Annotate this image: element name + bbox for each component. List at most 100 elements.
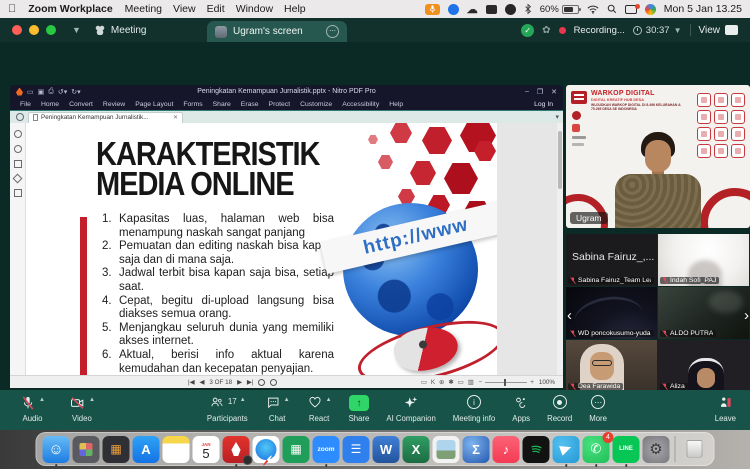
menubar-clock[interactable]: Mon 5 Jan 13.25 [664,3,742,15]
pdf-menu-convert[interactable]: Convert [69,101,93,108]
react-chevron[interactable]: ▲ [326,397,332,403]
pdf-menu-pagelayout[interactable]: Page Layout [135,101,173,108]
participant-tile-sabina[interactable]: Sabina Fairuz_,... Sabina Fairuz_Team Le… [566,234,657,286]
zoom-in-icon[interactable]: + [530,379,534,386]
pdf-menu-erase[interactable]: Erase [241,101,259,108]
menu-meeting[interactable]: Meeting [125,3,162,15]
close-window-button[interactable] [12,25,22,35]
pdf-document-tab[interactable]: Peningkatan Kemampuan Jurnalistik... ✕ [28,111,183,123]
prev-page-icon[interactable]: ◀ [199,379,204,386]
pdf-menu-accessibility[interactable]: Accessibility [342,101,379,108]
redo-icon[interactable]: ↻▾ [71,88,80,96]
tab-options-icon[interactable]: ⋯ [326,25,339,38]
menu-help[interactable]: Help [284,3,306,15]
apps-button[interactable]: Apps [512,395,530,423]
meeting-timer[interactable]: 30:37 ▼ [632,25,682,36]
open-icon[interactable]: ▭ [27,88,34,96]
recording-status[interactable]: Recording... [574,25,625,36]
react-button[interactable]: ▲ React [307,395,332,423]
pdf-menu-forms[interactable]: Forms [183,101,202,108]
next-page-icon[interactable]: ▶ [237,379,242,386]
battery-indicator[interactable]: 60% [540,4,581,15]
zoom-out-icon[interactable]: − [479,379,483,386]
minimize-window-button[interactable] [29,25,39,35]
sync-icon[interactable] [16,113,24,121]
zoom-slider[interactable]: − + [479,378,534,386]
pdf-scrollbar[interactable] [557,123,563,375]
dock-line-icon[interactable]: LINE [612,435,640,463]
last-page-icon[interactable]: ▶| [247,379,253,386]
dock-calendar-icon[interactable]: JAN 5 [192,435,220,463]
tabbar-chevron-icon[interactable]: ▾ [555,113,559,121]
pdf-login-button[interactable]: Log In [534,101,553,108]
pdf-menu-home[interactable]: Home [41,101,59,108]
dock-safari-icon[interactable] [252,435,280,463]
pdf-document-area[interactable]: KARAKTERISTIK MEDIA ONLINE Kapasitas lua… [26,123,563,375]
dock-music-icon[interactable]: ♪ [492,435,520,463]
save-icon[interactable]: ▣ [38,88,45,96]
more-button[interactable]: ⋯ More [589,395,607,423]
pdf-restore-icon[interactable]: ❐ [537,88,543,96]
view-button[interactable]: View [699,25,738,36]
dock-trash-icon[interactable] [681,436,708,463]
zoom-slider-thumb[interactable] [504,378,507,386]
shield-status-icon[interactable] [504,3,516,15]
share-button[interactable]: ↑ Share [349,395,369,423]
dock-zoom-icon[interactable]: zoom [312,435,340,463]
rotate-right-icon[interactable] [270,378,278,386]
dock-whatsapp-icon[interactable]: ✆ 4 [582,431,614,463]
pdf-menu-review[interactable]: Review [103,101,125,108]
menu-window[interactable]: Window [236,3,273,15]
pan-tool-icon[interactable] [13,130,22,138]
participant-tile-dea[interactable]: Dea Farawida [566,340,657,392]
fit-page-icon[interactable]: ⊕ [439,379,444,386]
bluetooth-icon[interactable] [524,3,532,15]
dual-layout-icon[interactable]: ▥ [468,379,474,386]
cloud-status-icon[interactable]: ☁ [467,3,478,16]
menu-edit[interactable]: Edit [207,3,225,15]
dock-telegram-icon[interactable] [552,435,580,463]
screen-mirroring-icon[interactable] [624,3,640,14]
pdf-menu-help[interactable]: Help [389,101,403,108]
participant-tile-indah[interactable]: Indah Sofi_PAJ [658,234,749,286]
dock-finder-icon[interactable]: ☺ [42,435,70,463]
encryption-shield-icon[interactable]: ✓ [521,23,535,37]
chat-status-icon[interactable] [485,4,497,14]
wifi-icon[interactable] [587,3,599,15]
video-button[interactable]: ▲ Video [69,395,95,423]
chat-chevron[interactable]: ▲ [284,397,290,403]
undo-icon[interactable]: ↺▾ [58,88,67,96]
browser-status-icon[interactable] [644,3,656,15]
participant-tile-wd[interactable]: WD poncokusumo-yuda [566,287,657,339]
pdf-menu-share[interactable]: Share [213,101,231,108]
single-page-icon[interactable]: ▭ [421,379,427,386]
layout-icon[interactable]: ▭ [458,379,464,386]
fullscreen-window-button[interactable] [46,25,56,35]
dock-notes-icon[interactable] [162,435,190,463]
stamp-icon[interactable] [13,189,22,197]
bookmarks-icon[interactable] [12,173,23,184]
dock-google-sheets-icon[interactable]: ▦ [282,435,310,463]
app-menu-title[interactable]: Zoom Workplace [28,3,112,15]
dock-launchpad-icon[interactable] [72,435,100,463]
pdf-menu-customize[interactable]: Customize [300,101,332,108]
first-page-icon[interactable]: |◀ [188,379,194,386]
carousel-prev-icon[interactable]: ‹ [567,307,572,324]
participant-tile-aliza[interactable]: Aliza [658,340,749,392]
pdf-menu-protect[interactable]: Protect [269,101,291,108]
meeting-info-button[interactable]: i Meeting info [453,395,495,423]
pdf-minimize-icon[interactable]: – [525,88,529,96]
pdf-close-icon[interactable]: ✕ [551,88,557,96]
participant-tile-aldo[interactable]: ALDO PUTRA [658,287,749,339]
dock-word-icon[interactable]: W [372,435,400,463]
menu-view[interactable]: View [173,3,196,15]
audio-options-chevron[interactable]: ▲ [39,397,45,403]
tab-ugrams-screen[interactable]: Ugram's screen ⋯ [207,21,347,42]
chat-button[interactable]: ▲ Chat [265,395,290,423]
status-app-icon[interactable] [447,3,459,15]
chevron-down-icon[interactable]: ▼ [72,25,81,35]
thumbnails-icon[interactable] [13,160,22,168]
dock-spotify-icon[interactable] [522,435,550,463]
participants-chevron[interactable]: ▲ [240,397,246,403]
speaker-video-ugram[interactable]: WARKOP DIGITAL DIGITAL KREATIF HUB DESA … [566,85,750,228]
